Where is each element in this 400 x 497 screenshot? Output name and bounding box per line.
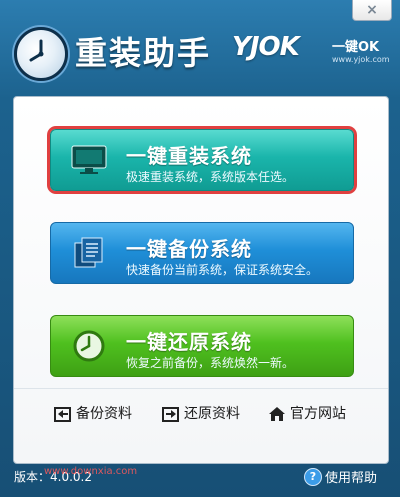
divider (14, 388, 388, 389)
brand-logo: YJOK 一键OK www.yjok.com (232, 32, 390, 66)
help-icon: ? (304, 468, 322, 486)
restore-system-desc: 恢复之前备份，系统焕然一新。 (126, 356, 295, 370)
backup-icon (54, 407, 71, 422)
restore-data-link[interactable]: 还原资料 (162, 403, 252, 425)
brand-url: www.yjok.com (332, 55, 390, 64)
brand-logo-text: YJOK (232, 32, 300, 62)
backup-data-label: 备份资料 (76, 406, 132, 422)
restore-system-title: 一键还原系统 (126, 330, 252, 354)
help-label: 使用帮助 (325, 471, 378, 486)
brand-tagline: 一键OK (332, 40, 380, 55)
backup-system-title: 一键备份系统 (126, 237, 252, 261)
monitor-icon (71, 145, 107, 174)
clock-icon (73, 330, 105, 362)
reinstall-system-title: 一键重装系统 (126, 144, 252, 168)
backup-system-button[interactable]: 一键备份系统 快速备份当前系统，保证系统安全。 (50, 222, 354, 284)
backup-data-link[interactable]: 备份资料 (54, 403, 144, 425)
main-panel: 一键重装系统 极速重装系统，系统版本任选。 一键备份系统 快速备份当前系统，保证… (13, 96, 389, 464)
restore-data-label: 还原资料 (184, 406, 240, 422)
close-button[interactable]: × (352, 0, 392, 21)
reinstall-system-desc: 极速重装系统，系统版本任选。 (126, 170, 295, 184)
help-link[interactable]: ? 使用帮助 (304, 467, 384, 487)
app-clock-icon (14, 27, 68, 81)
app-title: 重装助手 (75, 34, 212, 72)
backup-system-desc: 快速备份当前系统，保证系统安全。 (126, 263, 319, 277)
home-icon (269, 407, 285, 421)
restore-system-button[interactable]: 一键还原系统 恢复之前备份，系统焕然一新。 (50, 315, 354, 377)
reinstall-system-button[interactable]: 一键重装系统 极速重装系统，系统版本任选。 (50, 129, 354, 191)
official-site-link[interactable]: 官方网站 (268, 403, 358, 425)
restore-icon (162, 407, 179, 422)
app-window: × 重装助手 YJOK 一键OK www.yjok.com 一键重装系统 极速重… (0, 0, 400, 497)
official-site-label: 官方网站 (290, 406, 346, 422)
watermark-url: www.downxia.com (44, 466, 138, 477)
document-icon (74, 237, 103, 268)
